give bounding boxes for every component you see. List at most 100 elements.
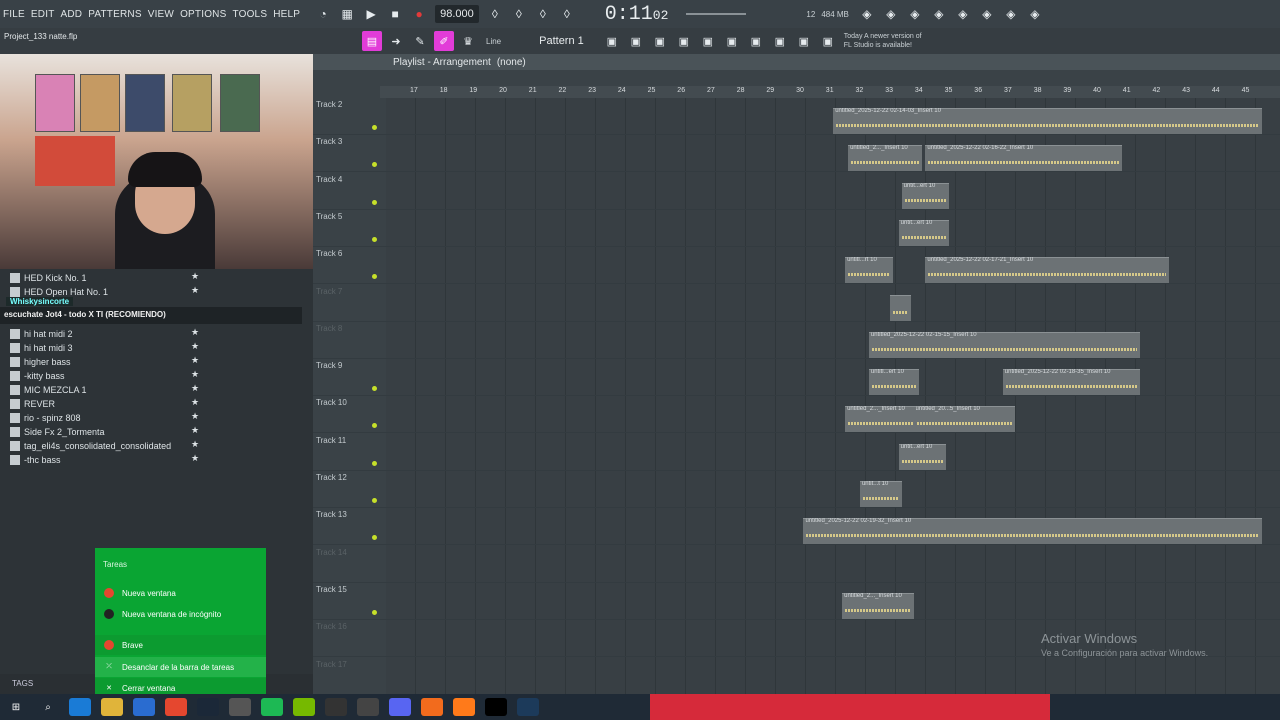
obs-icon[interactable] bbox=[357, 698, 379, 716]
menu-add[interactable]: ADD bbox=[58, 9, 86, 20]
epic-icon[interactable] bbox=[325, 698, 347, 716]
browser-item[interactable]: REVER bbox=[10, 397, 55, 411]
download-icon[interactable]: ◈ bbox=[1025, 5, 1045, 23]
track-label[interactable]: Track 12 bbox=[316, 473, 347, 482]
browser-item[interactable]: MIC MEZCLA 1 bbox=[10, 383, 87, 397]
loop-record-icon[interactable]: ◊ bbox=[557, 5, 577, 23]
windows-icon[interactable]: ⊞ bbox=[5, 698, 27, 716]
menu-help[interactable]: HELP bbox=[270, 9, 303, 20]
browser-item[interactable]: hi hat midi 2 bbox=[10, 327, 73, 341]
undo-icon[interactable]: ◈ bbox=[857, 5, 877, 23]
playlist-selector[interactable]: (none) bbox=[497, 57, 526, 68]
browser-item[interactable]: hi hat midi 3 bbox=[10, 341, 73, 355]
star-icon[interactable]: ★ bbox=[191, 355, 199, 366]
track-label[interactable]: Track 16 bbox=[316, 622, 347, 631]
track-label[interactable]: Track 14 bbox=[316, 548, 347, 557]
browser-item[interactable]: tag_eli4s_consolidated_consolidated bbox=[10, 439, 171, 453]
piano-icon[interactable]: ◈ bbox=[977, 5, 997, 23]
track-label[interactable]: Track 15 bbox=[316, 585, 347, 594]
browser-item[interactable]: higher bass bbox=[10, 355, 71, 369]
play-button[interactable]: ▶ bbox=[361, 5, 381, 23]
browser-item[interactable]: -kitty bass bbox=[10, 369, 65, 383]
touch-icon[interactable]: ▣ bbox=[794, 31, 814, 51]
nvidia-icon[interactable] bbox=[293, 698, 315, 716]
chat-icon[interactable]: ◈ bbox=[1001, 5, 1021, 23]
brave-icon[interactable] bbox=[165, 698, 187, 716]
piano-roll-icon[interactable]: ▣ bbox=[674, 31, 694, 51]
star-icon[interactable]: ★ bbox=[191, 271, 199, 282]
track-enable-dot[interactable] bbox=[372, 460, 377, 466]
record-button[interactable]: ● bbox=[409, 5, 429, 23]
star-icon[interactable]: ★ bbox=[191, 369, 199, 380]
track-label[interactable]: Track 2 bbox=[316, 100, 342, 109]
stop-button[interactable]: ■ bbox=[385, 5, 405, 23]
tempo-display[interactable]: 98.000 bbox=[435, 5, 479, 23]
save-icon[interactable]: ◈ bbox=[953, 5, 973, 23]
cut-icon[interactable]: ◈ bbox=[881, 5, 901, 23]
jumplist-item[interactable]: ⤫ Desanclar de la barra de tareas bbox=[95, 657, 266, 677]
discord-icon[interactable] bbox=[389, 698, 411, 716]
steam-icon[interactable] bbox=[197, 698, 219, 716]
track-label[interactable]: Track 9 bbox=[316, 361, 342, 370]
track-enable-dot[interactable] bbox=[372, 609, 377, 615]
master-volume-slider[interactable] bbox=[686, 13, 747, 15]
edge-icon[interactable] bbox=[69, 698, 91, 716]
time-display[interactable]: 0:1102 bbox=[605, 3, 669, 26]
track-enable-dot[interactable] bbox=[372, 498, 377, 503]
star-icon[interactable]: ★ bbox=[191, 411, 199, 422]
track-enable-dot[interactable] bbox=[372, 535, 377, 541]
wait-icon[interactable]: ◊ bbox=[509, 5, 529, 23]
track-label[interactable]: Track 11 bbox=[316, 436, 346, 445]
browser-item[interactable]: Side Fx 2_Tormenta bbox=[10, 425, 105, 439]
jumplist-item[interactable]: Nueva ventana de incógnito bbox=[95, 604, 266, 624]
track-label[interactable]: Track 13 bbox=[316, 510, 347, 519]
track-enable-dot[interactable] bbox=[372, 386, 377, 392]
roblox-icon[interactable] bbox=[229, 698, 251, 716]
star-icon[interactable]: ★ bbox=[191, 285, 199, 296]
plus-icon[interactable]: ▣ bbox=[602, 31, 622, 51]
track-label[interactable]: Track 4 bbox=[316, 175, 342, 184]
search-icon[interactable]: ⌕ bbox=[37, 698, 59, 716]
track-enable-dot[interactable] bbox=[372, 199, 377, 205]
star-icon[interactable]: ★ bbox=[191, 397, 199, 408]
menu-edit[interactable]: EDIT bbox=[28, 9, 58, 20]
track-label[interactable]: Track 6 bbox=[316, 249, 342, 258]
star-icon[interactable]: ★ bbox=[191, 439, 199, 450]
pencil-icon[interactable]: ✎ bbox=[410, 31, 430, 51]
browser-item[interactable]: rio - spinz 808 bbox=[10, 411, 81, 425]
stamp-icon[interactable]: ♛ bbox=[458, 31, 478, 51]
mixer-icon[interactable]: ▣ bbox=[626, 31, 646, 51]
track-label[interactable]: Track 17 bbox=[316, 660, 347, 669]
photoshop-icon[interactable] bbox=[517, 698, 539, 716]
browser-item[interactable]: HED Kick No. 1 bbox=[10, 271, 87, 285]
snap-selector[interactable]: Line bbox=[486, 37, 501, 46]
metronome-icon[interactable]: ◔ bbox=[313, 5, 333, 23]
brush-icon[interactable]: ✐ bbox=[434, 31, 454, 51]
star-icon[interactable]: ★ bbox=[191, 453, 199, 464]
tempo-icon[interactable]: ▣ bbox=[770, 31, 790, 51]
playlist-snap-button[interactable]: ▤ bbox=[362, 31, 382, 51]
track-label[interactable]: Track 5 bbox=[316, 212, 342, 221]
menu-file[interactable]: FILE bbox=[0, 9, 28, 20]
folder-icon[interactable] bbox=[101, 698, 123, 716]
menu-patterns[interactable]: PATTERNS bbox=[85, 9, 144, 20]
adobe-icon[interactable] bbox=[421, 698, 443, 716]
store-icon[interactable] bbox=[133, 698, 155, 716]
channel-rack-icon[interactable]: ▣ bbox=[650, 31, 670, 51]
track-enable-dot[interactable] bbox=[372, 236, 377, 242]
capcut-icon[interactable] bbox=[485, 698, 507, 716]
browser-icon[interactable]: ▣ bbox=[698, 31, 718, 51]
track-enable-dot[interactable] bbox=[372, 125, 377, 130]
star-icon[interactable]: ★ bbox=[191, 341, 199, 352]
menu-options[interactable]: OPTIONS bbox=[177, 9, 229, 20]
track-label[interactable]: Track 10 bbox=[316, 398, 347, 407]
fl-icon[interactable] bbox=[453, 698, 475, 716]
menu-view[interactable]: VIEW bbox=[145, 9, 177, 20]
pattern-selector[interactable]: Pattern 1 bbox=[531, 33, 592, 49]
playlist-icon[interactable]: ▣ bbox=[722, 31, 742, 51]
star-icon[interactable]: ★ bbox=[191, 327, 199, 338]
help-icon[interactable]: ◈ bbox=[929, 5, 949, 23]
jumplist-item[interactable]: Nueva ventana bbox=[95, 583, 266, 603]
track-label[interactable]: Track 7 bbox=[316, 287, 342, 296]
plugin-icon[interactable]: ▣ bbox=[746, 31, 766, 51]
